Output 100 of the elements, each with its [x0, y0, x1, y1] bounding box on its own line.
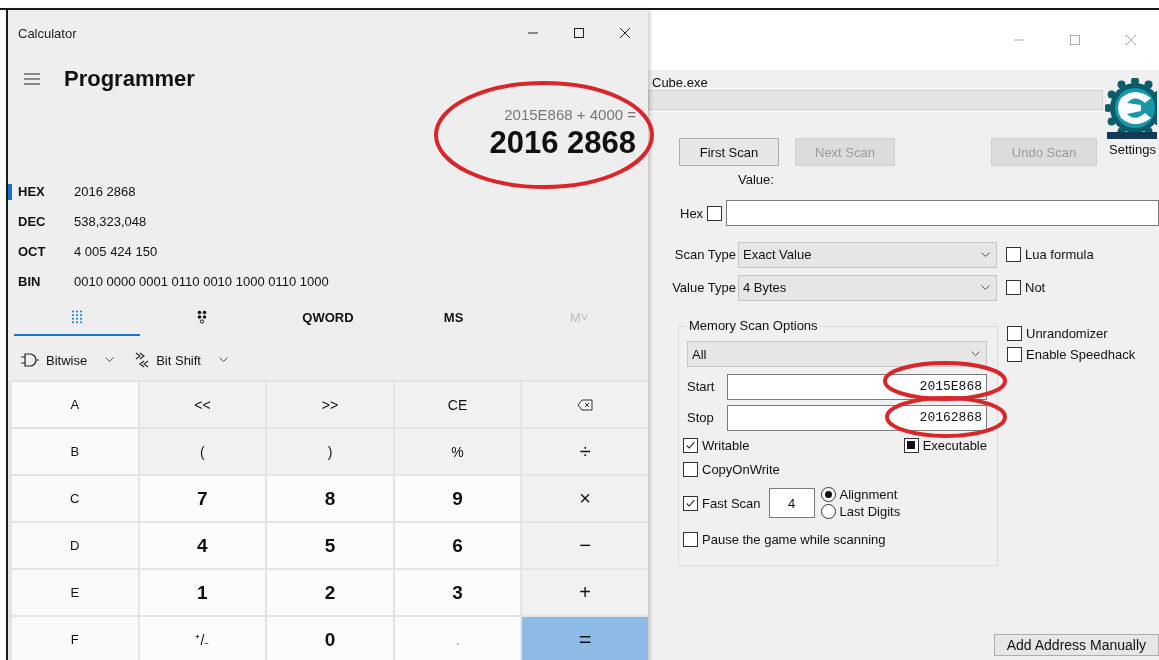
operator-key[interactable]: % [394, 429, 521, 474]
group-title: Memory Scan Options [687, 318, 820, 333]
operator-key[interactable]: ) [267, 429, 393, 474]
checkbox[interactable] [1007, 326, 1022, 341]
chevron-down-icon [971, 351, 980, 357]
value-type-dropdown[interactable]: 4 Bytes [738, 274, 997, 301]
mode-title: Programmer [64, 66, 195, 92]
dots-icon [197, 310, 208, 324]
window-title: Calculator [18, 25, 78, 41]
stop-field[interactable]: 20162868 [727, 404, 987, 431]
expression: 2015E868 + 4000 = [504, 106, 636, 123]
operator-key[interactable]: >> [267, 382, 393, 427]
radix-value: 538,323,048 [74, 213, 147, 229]
digit-key[interactable]: 6 [394, 523, 521, 568]
hex-digit-key[interactable]: E [12, 570, 138, 615]
digit-key[interactable]: 9 [394, 476, 521, 521]
value-field[interactable] [726, 200, 1159, 226]
close-icon [619, 27, 631, 39]
chevron-down-icon [219, 357, 228, 363]
radio-label: Last Digits [839, 504, 901, 519]
digit-key[interactable]: 7 [139, 476, 266, 521]
scan-button[interactable]: First Scan [679, 138, 779, 166]
operator-key[interactable]: × [522, 476, 648, 521]
operator-key[interactable]: ( [139, 429, 266, 474]
operator-key[interactable]: ÷ [522, 429, 648, 474]
digit-key[interactable]: 0 [267, 617, 393, 660]
start-field[interactable]: 2015E868 [727, 373, 987, 400]
maximize-icon [573, 27, 585, 39]
radix-value: 2016 2868 [74, 183, 136, 199]
region-dropdown[interactable]: All [687, 341, 987, 367]
alignment-field[interactable]: 4 [768, 488, 815, 518]
checkmark-icon [685, 439, 696, 451]
chevron-down-icon [105, 357, 115, 363]
radix-value: 0010 0000 0001 0110 0010 1000 0110 1000 [74, 273, 329, 289]
settings-label[interactable]: Settings [1103, 142, 1156, 157]
checkbox[interactable] [683, 531, 698, 547]
checkmark-icon [685, 497, 696, 509]
keypad-icon [69, 310, 84, 324]
radix-label[interactable]: BIN [18, 273, 74, 289]
checkbox[interactable] [683, 495, 698, 511]
menu-icon [23, 72, 41, 86]
field-label: Stop [687, 410, 715, 425]
hex-digit-key[interactable]: F [12, 617, 138, 660]
double-chevron-icon [134, 352, 151, 368]
digit-key[interactable]: 8 [267, 476, 393, 521]
checkbox[interactable] [707, 205, 723, 221]
operator-key[interactable]: + [522, 570, 648, 615]
digit-key[interactable]: 1 [139, 570, 266, 615]
checkbox-label: Pause the game while scanning [702, 531, 886, 547]
operator-key[interactable]: << [139, 382, 266, 427]
logic-gate-icon [20, 353, 40, 367]
checkbox-label: Enable Speedhack [1026, 347, 1136, 362]
radix-label[interactable]: OCT [18, 243, 74, 259]
mode-tab[interactable]: MS [390, 300, 517, 336]
result-display: 2016 2868 [489, 125, 636, 161]
maximize-icon [1069, 34, 1081, 46]
digit-key[interactable]: 4 [139, 523, 266, 568]
checkbox-label: CopyOnWrite [702, 461, 780, 477]
scan-type-dropdown[interactable]: Exact Value [738, 241, 997, 268]
hex-digit-key[interactable]: B [12, 429, 138, 474]
checkbox-label: Executable [922, 437, 987, 453]
checkbox[interactable] [1006, 280, 1021, 295]
checkbox[interactable] [1007, 347, 1022, 362]
checkbox-label: Writable [702, 437, 750, 453]
field-label: Start [687, 379, 716, 394]
radix-label[interactable]: HEX [18, 183, 74, 199]
hex-digit-key[interactable]: D [12, 523, 138, 568]
operator-key[interactable]: CE [394, 382, 521, 427]
checkbox-label: Unrandomizer [1026, 326, 1108, 341]
checkbox[interactable] [1006, 247, 1021, 262]
dropdown-button[interactable]: Bitwise [18, 350, 117, 370]
hex-digit-key[interactable]: A [12, 382, 138, 427]
field-label: Value Type [671, 280, 737, 295]
digit-key[interactable]: 5 [267, 523, 393, 568]
hex-digit-key[interactable]: C [12, 476, 138, 521]
radio-label: Alignment [839, 487, 898, 502]
radix-label[interactable]: DEC [18, 213, 74, 229]
radio-button[interactable] [820, 487, 836, 502]
checkbox-label: Lua formula [1025, 247, 1094, 262]
checkbox-label: Fast Scan [702, 495, 761, 511]
radix-value: 4 005 424 150 [74, 243, 158, 259]
checkbox[interactable] [683, 437, 698, 453]
equals-key[interactable]: = [522, 617, 648, 660]
hex-label: Hex [680, 205, 704, 221]
operator-key[interactable]: − [522, 523, 648, 568]
radio-button[interactable] [820, 504, 836, 519]
add-address-button[interactable]: Add Address Manually [993, 634, 1159, 656]
chevron-down-icon [981, 251, 990, 258]
sign-key[interactable]: ⁺/₋ [139, 617, 266, 660]
mode-tab[interactable]: QWORD [265, 300, 391, 336]
checkbox[interactable] [683, 461, 698, 477]
dropdown-button[interactable]: Bit Shift [132, 350, 230, 370]
value-label: Value: [738, 172, 774, 187]
gear-logo-icon[interactable] [1105, 78, 1157, 140]
digit-key[interactable]: 2 [267, 570, 393, 615]
chevron-down-icon [981, 284, 990, 291]
process-name: Cube.exe [652, 75, 708, 90]
digit-key[interactable]: 3 [394, 570, 521, 615]
checkbox[interactable] [903, 437, 919, 453]
close-icon [1125, 34, 1137, 46]
